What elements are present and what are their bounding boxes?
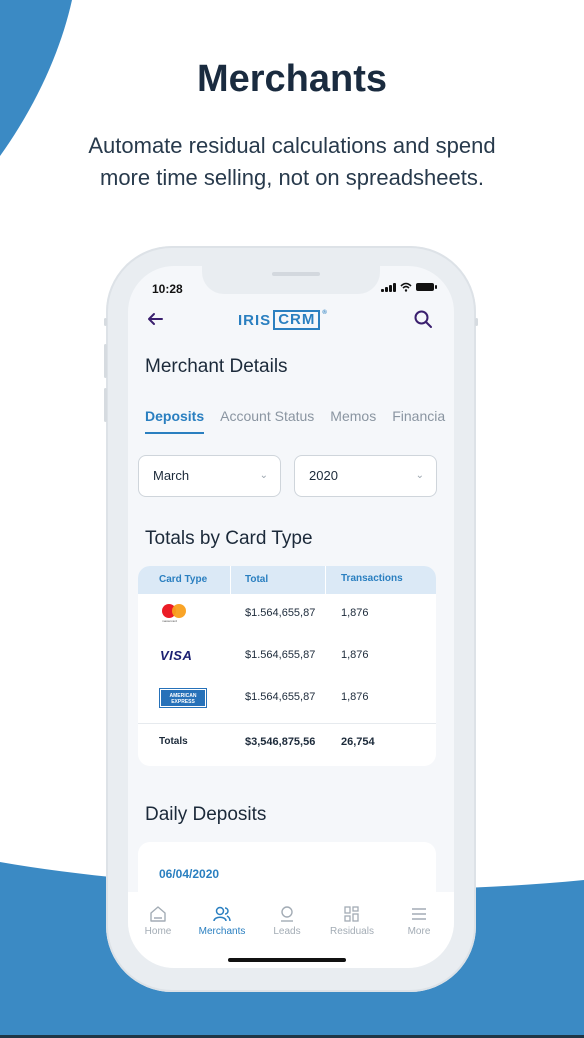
- iris-crm-logo: IRIS CRM ®: [238, 310, 328, 330]
- nav-item-more[interactable]: More: [387, 904, 451, 937]
- column-header-total: Total: [245, 574, 269, 585]
- user-icon: [281, 906, 293, 922]
- totals-amount: $3,546,875,56: [245, 736, 316, 748]
- search-icon[interactable]: [412, 308, 434, 330]
- nav-label-home: Home: [144, 926, 172, 937]
- table-row: VISA $1.564,655,87 1,876: [138, 636, 436, 676]
- nav-label-merchants: Merchants: [198, 926, 246, 937]
- nav-label-more: More: [407, 926, 431, 937]
- amex-logo-icon: AMERICAN EXPRESS: [159, 688, 207, 708]
- phone-power-button: [475, 318, 478, 326]
- column-header-card-type: Card Type: [159, 574, 208, 585]
- marketing-subline: Automate residual calculations and spend…: [42, 130, 542, 194]
- phone-speaker: [272, 272, 320, 276]
- month-select[interactable]: March ⌄: [138, 455, 281, 497]
- table-totals-row: Totals $3,546,875,56 26,754: [138, 723, 436, 763]
- marketing-headline: Merchants: [196, 58, 388, 100]
- phone-notch: [202, 266, 380, 294]
- row-transactions: 1,876: [341, 607, 369, 619]
- mastercard-logo-caption: mastercard: [162, 619, 178, 623]
- column-header-transactions: Transactions: [341, 573, 403, 584]
- menu-icon: [412, 908, 426, 920]
- tab-deposits[interactable]: Deposits: [145, 408, 205, 434]
- month-select-value: March: [153, 468, 190, 483]
- table-header: Card Type Total Transactions: [138, 566, 436, 594]
- row-transactions: 1,876: [341, 649, 369, 661]
- deposit-date: 06/04/2020: [159, 867, 220, 881]
- nav-item-home[interactable]: Home: [128, 904, 190, 937]
- nav-item-merchants[interactable]: Merchants: [190, 904, 254, 937]
- row-transactions: 1,876: [341, 691, 369, 703]
- logo-crm-text: CRM: [273, 310, 321, 330]
- logo-registered-mark: ®: [322, 310, 328, 316]
- battery-icon: [416, 283, 437, 291]
- year-select-value: 2020: [309, 468, 338, 483]
- phone-volume-down: [104, 388, 107, 422]
- mastercard-logo-icon: mastercard: [160, 604, 190, 626]
- status-icons: [381, 282, 437, 292]
- logo-iris-text: IRIS: [238, 311, 272, 329]
- phone-volume-up: [104, 344, 107, 378]
- daily-deposits-title: Daily Deposits: [145, 804, 267, 825]
- phone-screen: 10:28 IRIS CRM ® Merchant Details Deposi…: [128, 266, 454, 968]
- amex-logo-line-2: EXPRESS: [171, 699, 195, 705]
- column-divider: [230, 566, 231, 594]
- grid-icon: [344, 906, 359, 922]
- home-icon: [150, 906, 166, 922]
- totals-table: Card Type Total Transactions mastercard …: [138, 566, 436, 766]
- totals-transactions: 26,754: [341, 736, 375, 748]
- page-title: Merchant Details: [145, 356, 288, 377]
- signal-icon: [381, 282, 396, 292]
- nav-item-residuals[interactable]: Residuals: [320, 904, 384, 937]
- tab-financials[interactable]: Financia: [392, 408, 445, 434]
- status-time: 10:28: [152, 282, 183, 296]
- marketing-subline-line-1: Automate residual calculations and spend: [88, 133, 496, 158]
- tab-memos[interactable]: Memos: [330, 408, 376, 434]
- users-icon: [213, 906, 231, 922]
- totals-section-title: Totals by Card Type: [145, 528, 313, 549]
- nav-item-leads[interactable]: Leads: [255, 904, 319, 937]
- arrow-left-icon[interactable]: [144, 308, 166, 330]
- table-row: mastercard $1.564,655,87 1,876: [138, 594, 436, 634]
- home-indicator: [228, 958, 346, 962]
- tab-account-status[interactable]: Account Status: [220, 408, 314, 434]
- nav-label-leads: Leads: [273, 926, 301, 937]
- totals-label: Totals: [159, 736, 188, 747]
- row-total: $1.564,655,87: [245, 691, 316, 703]
- wifi-icon: [400, 282, 412, 292]
- phone-side-button: [104, 318, 107, 326]
- column-divider: [325, 566, 326, 594]
- bottom-navigation: Home Merchants Leads Residuals More: [128, 892, 454, 968]
- year-select[interactable]: 2020 ⌄: [294, 455, 437, 497]
- table-row: AMERICAN EXPRESS $1.564,655,87 1,876: [138, 678, 436, 718]
- nav-label-residuals: Residuals: [330, 926, 374, 937]
- row-total: $1.564,655,87: [245, 649, 316, 661]
- row-total: $1.564,655,87: [245, 607, 316, 619]
- tab-bar: Deposits Account Status Memos Financia: [145, 408, 445, 434]
- visa-logo-icon: VISA: [160, 648, 193, 663]
- marketing-subline-line-2: more time selling, not on spreadsheets.: [100, 165, 484, 190]
- chevron-down-icon: ⌄: [415, 470, 424, 481]
- chevron-down-icon: ⌄: [259, 470, 268, 481]
